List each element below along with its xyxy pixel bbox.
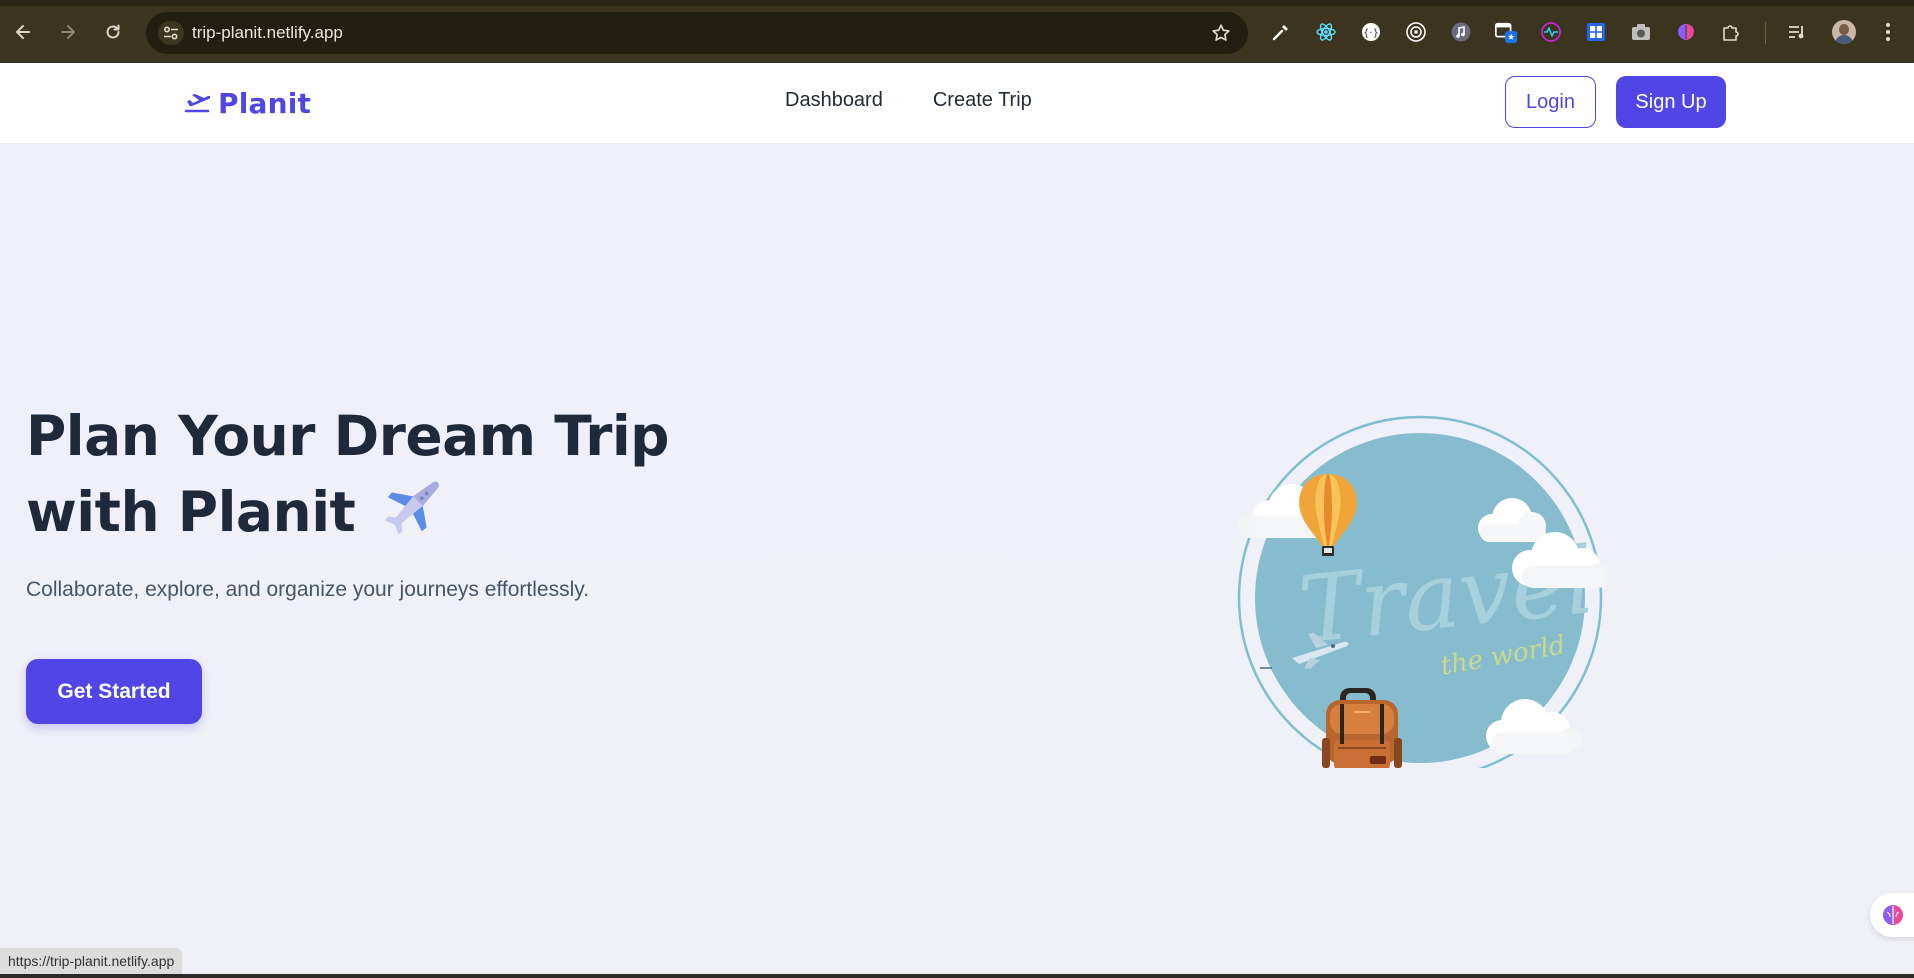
- window-bottom-edge: [0, 974, 1914, 978]
- svg-text:{·}: {·}: [1363, 28, 1379, 39]
- toolbar-separator: [1765, 22, 1766, 44]
- back-arrow-icon[interactable]: [8, 17, 38, 47]
- music-icon[interactable]: [1449, 20, 1473, 44]
- target-icon[interactable]: [1404, 20, 1428, 44]
- main-nav: Dashboard Create Trip: [785, 89, 1032, 112]
- ext-circle-icon[interactable]: {·}: [1359, 20, 1383, 44]
- travel-illustration: Travel the world: [1230, 368, 1650, 781]
- eyedropper-icon[interactable]: [1269, 20, 1293, 44]
- airplane-departure-icon: [184, 94, 210, 113]
- star-icon[interactable]: [1210, 22, 1232, 48]
- hero-title: Plan Your Dream Trip with Planit: [26, 398, 726, 556]
- avatar-head: [1839, 24, 1849, 35]
- brain-icon[interactable]: [1674, 20, 1698, 44]
- kebab-menu-icon[interactable]: [1876, 20, 1900, 44]
- window-badge-icon[interactable]: [1494, 20, 1518, 44]
- browser-toolbar: trip-planit.netlify.app {·}: [0, 0, 1914, 63]
- react-devtools-icon[interactable]: [1314, 20, 1338, 44]
- brand-logo[interactable]: Planit: [184, 85, 311, 121]
- site-header: Planit Dashboard Create Trip Login Sign …: [0, 63, 1914, 143]
- tab-strip-edge: [0, 0, 1914, 6]
- hero-title-line1: Plan Your Dream Trip: [26, 404, 670, 468]
- puzzle-icon[interactable]: [1719, 20, 1743, 44]
- airplane-emoji-icon: [384, 475, 446, 556]
- nav-create-trip[interactable]: Create Trip: [933, 89, 1032, 112]
- shield-grid-icon[interactable]: [1584, 20, 1608, 44]
- hero-title-line2: with Planit: [26, 480, 356, 544]
- reload-icon[interactable]: [98, 17, 128, 47]
- floating-brain-widget[interactable]: [1870, 893, 1914, 937]
- signup-button[interactable]: Sign Up: [1616, 76, 1726, 128]
- address-url[interactable]: trip-planit.netlify.app: [192, 23, 343, 43]
- pulse-icon[interactable]: [1539, 20, 1563, 44]
- address-bar[interactable]: trip-planit.netlify.app: [146, 12, 1248, 54]
- hero-subtitle: Collaborate, explore, and organize your …: [26, 578, 590, 601]
- tune-icon[interactable]: [158, 21, 184, 45]
- brain-icon: [1883, 905, 1903, 925]
- nav-dashboard[interactable]: Dashboard: [785, 89, 883, 112]
- media-queue-icon[interactable]: [1786, 20, 1810, 44]
- get-started-button[interactable]: Get Started: [26, 659, 202, 724]
- status-bar-url: https://trip-planit.netlify.app: [0, 948, 183, 974]
- camera-icon[interactable]: [1629, 20, 1653, 44]
- forward-arrow-icon[interactable]: [53, 17, 83, 47]
- avatar-body: [1835, 35, 1853, 44]
- login-button[interactable]: Login: [1505, 76, 1596, 128]
- hero-section: Plan Your Dream Trip with Planit Collabo…: [0, 143, 1914, 975]
- brand-name: Planit: [218, 86, 312, 120]
- profile-avatar[interactable]: [1832, 20, 1856, 44]
